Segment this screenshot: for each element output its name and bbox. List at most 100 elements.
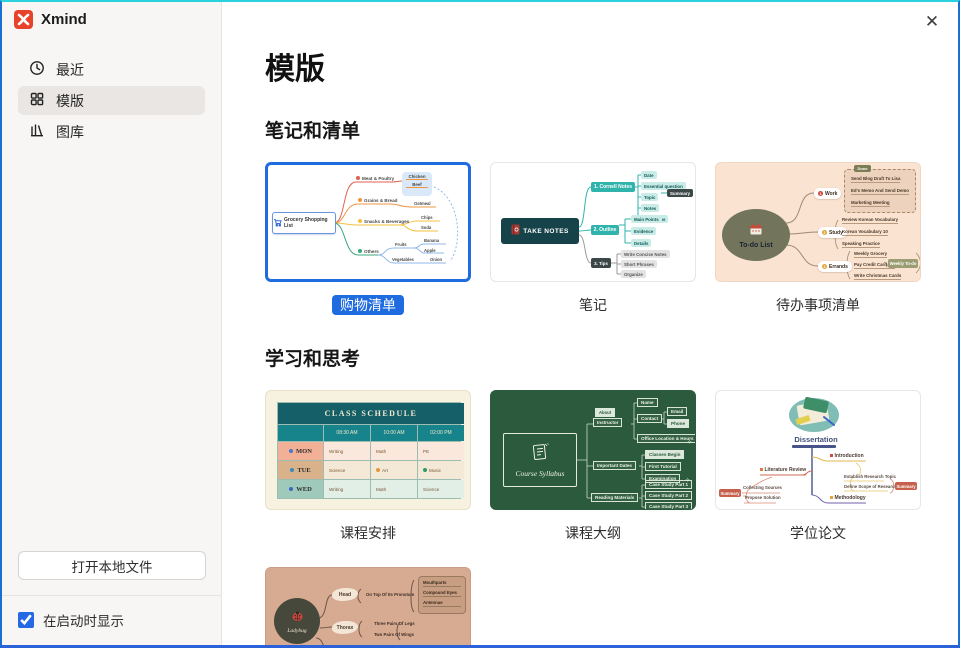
topic-label: Phone bbox=[667, 419, 689, 428]
page-title: 模版 bbox=[265, 44, 958, 88]
task-label: Weekly Grocery bbox=[854, 251, 887, 258]
tile-todo: To-do List 1Work Send Blog Draft To Lisa… bbox=[715, 162, 921, 316]
show-on-startup-row: 在启动时显示 bbox=[2, 596, 221, 645]
tile-label-dissertation[interactable]: 学位论文 bbox=[715, 523, 921, 544]
schedule-cell: Writing bbox=[324, 442, 370, 460]
schedule-cell: Writing bbox=[324, 480, 370, 498]
summary-tag: Summary bbox=[895, 482, 917, 490]
task-label: Write Christmas Cards bbox=[854, 273, 901, 280]
dissertation-illustration bbox=[716, 391, 920, 509]
topic-label: Three Pairs Of Legs bbox=[374, 621, 415, 626]
weekly-tag: Weekly To-do bbox=[888, 259, 918, 268]
syllabus-center-label: Course Syllabus bbox=[516, 469, 565, 478]
task-label: Marketing Meeting bbox=[851, 200, 890, 207]
task-label: Review Korean Vocabulary bbox=[842, 217, 898, 224]
grocery-boundary-box: Chicken Beef bbox=[402, 172, 432, 196]
topic-label: Classes Begin bbox=[645, 450, 684, 459]
schedule-cell: Math bbox=[371, 442, 417, 460]
notes-center-label: TAKE NOTES bbox=[523, 228, 568, 235]
ladybug-center-label: Ladybug bbox=[287, 628, 306, 634]
sidebar: Xmind 最近 模版 图库 打开本地文件 bbox=[2, 2, 222, 645]
sparkle-icon: ✧ bbox=[687, 439, 692, 446]
sidebar-item-templates[interactable]: 模版 bbox=[18, 86, 205, 115]
cart-icon bbox=[273, 214, 282, 232]
task-label: Korean Vocabulary 10 bbox=[842, 229, 888, 236]
topic-label: Write Concise Notes bbox=[621, 250, 670, 258]
todo-center-label: To-do List bbox=[739, 242, 772, 249]
calendar-icon bbox=[750, 222, 762, 240]
topic-label: Main Points bbox=[631, 215, 662, 223]
topic-label: Mouthparts bbox=[423, 580, 461, 587]
branch-label: Important Dates bbox=[593, 461, 636, 470]
tile-label-syllabus[interactable]: 课程大纲 bbox=[490, 523, 696, 544]
tile-grocery: Grocery Shopping List Meat & Poultry Chi… bbox=[265, 162, 471, 316]
sidebar-item-recent[interactable]: 最近 bbox=[18, 55, 205, 84]
topic-label: Chips bbox=[421, 215, 433, 220]
topic-label: Fruits bbox=[395, 242, 407, 247]
topic-label: Soda bbox=[421, 225, 431, 230]
topic-label: Organize bbox=[621, 270, 646, 278]
branch-label: Grains & Bread bbox=[358, 198, 397, 203]
topic-label: Topic bbox=[641, 193, 658, 201]
sidebar-bottom: 打开本地文件 在启动时显示 bbox=[2, 551, 221, 645]
open-local-file-button[interactable]: 打开本地文件 bbox=[18, 551, 206, 580]
topic-label: Date bbox=[641, 171, 657, 179]
template-card-todo[interactable]: To-do List 1Work Send Blog Draft To Lisa… bbox=[715, 162, 921, 282]
close-button[interactable]: ✕ bbox=[918, 8, 946, 36]
topic-label: Define Scope of Research bbox=[844, 484, 897, 489]
topic-label: Onion bbox=[430, 257, 442, 262]
template-card-grocery[interactable]: Grocery Shopping List Meat & Poultry Chi… bbox=[265, 162, 471, 282]
branch-label: 3Errands bbox=[818, 261, 852, 272]
tile-ladybug: Ladybug Head On Top Of Its Pronotum Mout… bbox=[265, 567, 471, 645]
template-card-ladybug[interactable]: Ladybug Head On Top Of Its Pronotum Mout… bbox=[265, 567, 471, 645]
template-card-schedule[interactable]: CLASS SCHEDULE 08:30 AM 10:00 AM 02:00 P… bbox=[265, 390, 471, 510]
todo-work-boundary: Send Blog Draft To Lisa Ed's Memo And Se… bbox=[844, 169, 916, 213]
sidebar-nav: 最近 模版 图库 bbox=[2, 55, 221, 146]
app-title: Xmind bbox=[41, 11, 87, 28]
ladybug-boundary: Mouthparts Compound Eyes Antennae bbox=[418, 576, 466, 614]
notes-central-topic: TAKE NOTES bbox=[501, 218, 579, 244]
template-grid-row2: CLASS SCHEDULE 08:30 AM 10:00 AM 02:00 P… bbox=[265, 390, 958, 544]
branch-label: 2. Outline bbox=[591, 225, 619, 235]
topic-label: Antennae bbox=[423, 600, 461, 607]
time-header: 02:00 PM bbox=[418, 425, 464, 441]
summary-tag: Summary bbox=[719, 489, 741, 497]
task-label: Ed's Memo And Send Demo bbox=[851, 188, 909, 195]
section-title-study-think: 学习和思考 bbox=[265, 344, 958, 371]
dissertation-center-label: Dissertation bbox=[776, 435, 856, 444]
sidebar-item-label: 最近 bbox=[56, 60, 84, 80]
brand: Xmind bbox=[2, 2, 221, 37]
topic-label: Vegetables bbox=[392, 257, 414, 262]
tile-label-todo[interactable]: 待办事项清单 bbox=[715, 295, 921, 316]
topic-label: Establish Research Topic bbox=[844, 474, 896, 479]
ladybug-icon bbox=[290, 609, 304, 627]
branch-label: Instructor bbox=[593, 418, 622, 427]
template-card-notes[interactable]: TAKE NOTES 1. Cornell Notes Date Essenti… bbox=[490, 162, 696, 282]
branch-label: 3. Tips bbox=[591, 258, 611, 268]
day-label: MON bbox=[278, 442, 323, 460]
book-doodle-icon bbox=[530, 442, 550, 467]
template-card-syllabus[interactable]: Course Syllabus About Instructor Name Co… bbox=[490, 390, 696, 510]
library-icon bbox=[29, 122, 45, 141]
topic-label: On Top Of Its Pronotum bbox=[366, 592, 414, 597]
topic-label: Email bbox=[667, 407, 687, 416]
topic-label: First Tutorial bbox=[645, 462, 681, 471]
time-header: 10:00 AM bbox=[371, 425, 417, 441]
sidebar-item-library[interactable]: 图库 bbox=[18, 117, 205, 146]
grocery-center-label: Grocery Shopping List bbox=[284, 217, 335, 230]
schedule-cell: Music bbox=[418, 461, 464, 479]
tile-label-notes[interactable]: 笔记 bbox=[490, 295, 696, 316]
day-label: WED bbox=[278, 480, 323, 498]
grid-icon bbox=[29, 91, 45, 110]
tile-label-schedule[interactable]: 课程安排 bbox=[265, 523, 471, 544]
task-label: Send Blog Draft To Lisa bbox=[851, 176, 900, 183]
branch-label: Meat & Poultry bbox=[356, 176, 394, 181]
tile-label-grocery[interactable]: 购物清单 bbox=[265, 295, 471, 316]
show-on-startup-checkbox[interactable] bbox=[18, 612, 34, 628]
template-grid-row1: Grocery Shopping List Meat & Poultry Chi… bbox=[265, 162, 958, 316]
template-card-dissertation[interactable]: Dissertation Literature Review Collectin… bbox=[715, 390, 921, 510]
ladybug-central-topic: Ladybug bbox=[274, 598, 320, 644]
topic-label: Name bbox=[637, 398, 658, 407]
topic-label: Banana bbox=[424, 238, 439, 243]
topic-label: Compound Eyes bbox=[423, 590, 461, 597]
